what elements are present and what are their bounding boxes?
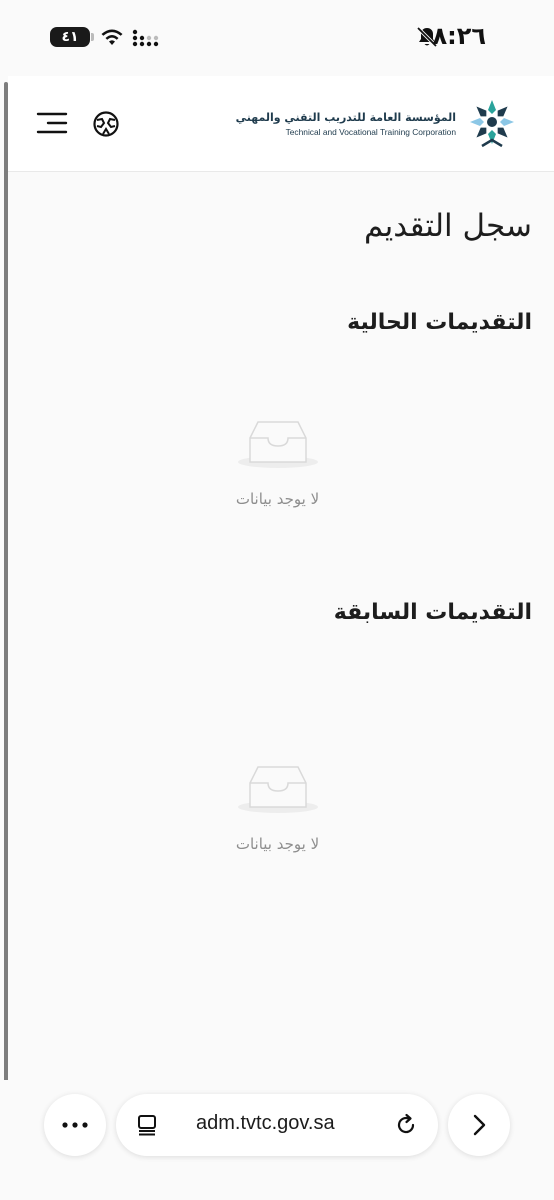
browser-toolbar: adm.tvtc.gov.sa [0, 1080, 554, 1200]
logo-english-text: Technical and Vocational Training Corpor… [285, 127, 456, 137]
address-bar[interactable]: adm.tvtc.gov.sa [116, 1094, 438, 1156]
status-bar: ٤١ ٨:٢٦ [0, 0, 554, 74]
chevron-right-icon [473, 1114, 486, 1136]
battery-icon: ٤١ [50, 27, 94, 47]
empty-inbox-icon [237, 421, 318, 468]
current-applications-empty-state: لا يوجد بيانات [200, 418, 355, 508]
logo-arabic-text: المؤسسة العامة للتدريب التقني والمهني [235, 111, 456, 124]
battery-level: ٤١ [61, 29, 79, 45]
more-options-button[interactable] [44, 1094, 106, 1156]
forward-button[interactable] [448, 1094, 510, 1156]
tvtc-logo[interactable]: المؤسسة العامة للتدريب التقني والمهني Te… [236, 94, 520, 154]
empty-state-text: لا يوجد بيانات [235, 490, 320, 508]
globe-icon[interactable] [92, 110, 120, 138]
site-header: المؤسسة العامة للتدريب التقني والمهني Te… [8, 76, 554, 172]
current-applications-heading: التقديمات الحالية [347, 310, 532, 335]
page-menu-icon[interactable] [136, 1114, 158, 1136]
previous-applications-heading: التقديمات السابقة [333, 600, 532, 625]
page-title: سجل التقديم [364, 208, 532, 244]
empty-state-text: لا يوجد بيانات [235, 835, 320, 853]
hamburger-menu-icon[interactable] [36, 110, 68, 136]
clock: ٨:٢٦ [432, 22, 486, 50]
tvtc-emblem-icon [470, 100, 514, 148]
ellipsis-icon [62, 1122, 88, 1128]
url-text[interactable]: adm.tvtc.gov.sa [196, 1112, 335, 1135]
reload-icon[interactable] [394, 1113, 418, 1137]
previous-applications-empty-state: لا يوجد بيانات [200, 763, 355, 853]
scroll-indicator[interactable] [4, 82, 8, 1082]
empty-inbox-icon [237, 766, 318, 813]
cellular-signal-icon [132, 29, 159, 47]
wifi-icon [101, 29, 123, 45]
